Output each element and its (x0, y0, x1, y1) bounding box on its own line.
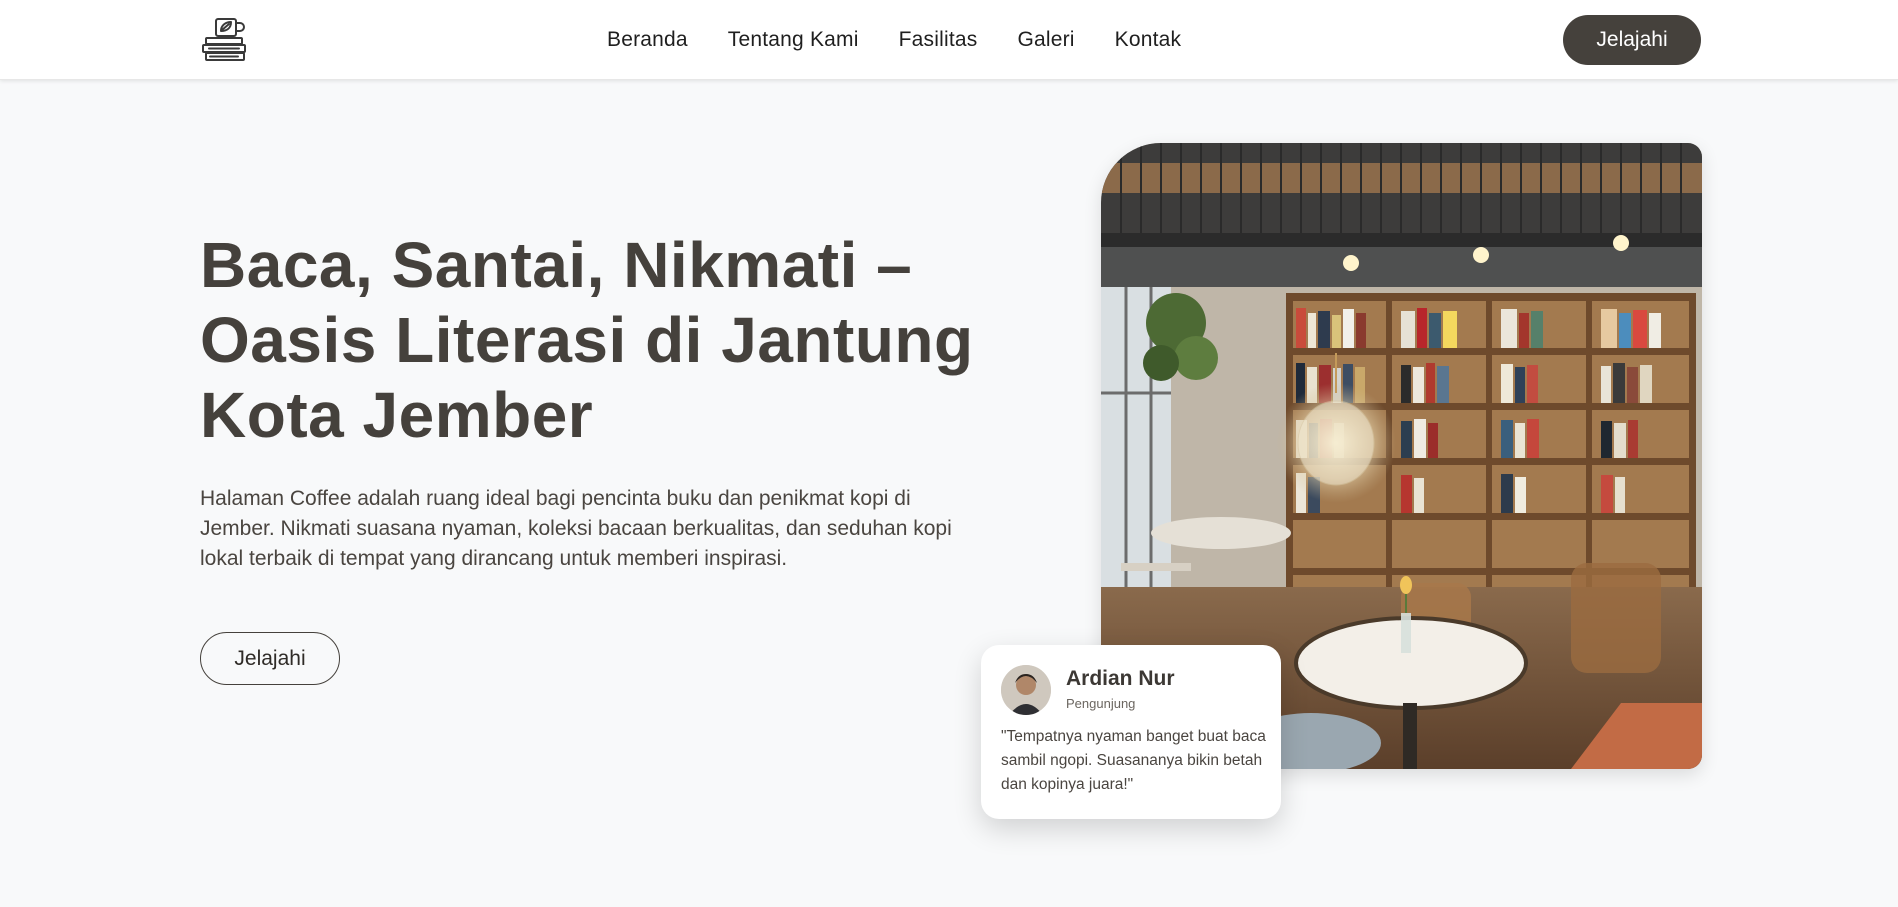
hero-explore-button[interactable]: Jelajahi (200, 632, 340, 685)
coffee-books-logo-icon[interactable] (200, 17, 250, 63)
nav-explore-button[interactable]: Jelajahi (1563, 15, 1701, 65)
testimonial-name: Ardian Nur (1066, 667, 1175, 690)
avatar (1001, 665, 1051, 715)
hero-title: Baca, Santai, Nikmati – Oasis Literasi d… (200, 229, 974, 451)
hero-description: Halaman Coffee adalah ruang ideal bagi p… (200, 487, 952, 570)
navbar: Beranda Tentang Kami Fasilitas Galeri Ko… (0, 0, 1898, 80)
nav-link-beranda[interactable]: Beranda (607, 28, 688, 52)
nav-link-fasilitas[interactable]: Fasilitas (899, 28, 978, 52)
testimonial-card: Ardian Nur Pengunjung "Tempatnya nyaman … (981, 645, 1281, 819)
nav-link-tentang-kami[interactable]: Tentang Kami (728, 28, 859, 52)
testimonial-quote: "Tempatnya nyaman banget buat baca sambi… (1001, 728, 1266, 793)
nav-link-galeri[interactable]: Galeri (1017, 28, 1074, 52)
testimonial-role: Pengunjung (1066, 696, 1136, 711)
main-nav: Beranda Tentang Kami Fasilitas Galeri Ko… (607, 0, 1181, 80)
nav-link-kontak[interactable]: Kontak (1115, 28, 1182, 52)
